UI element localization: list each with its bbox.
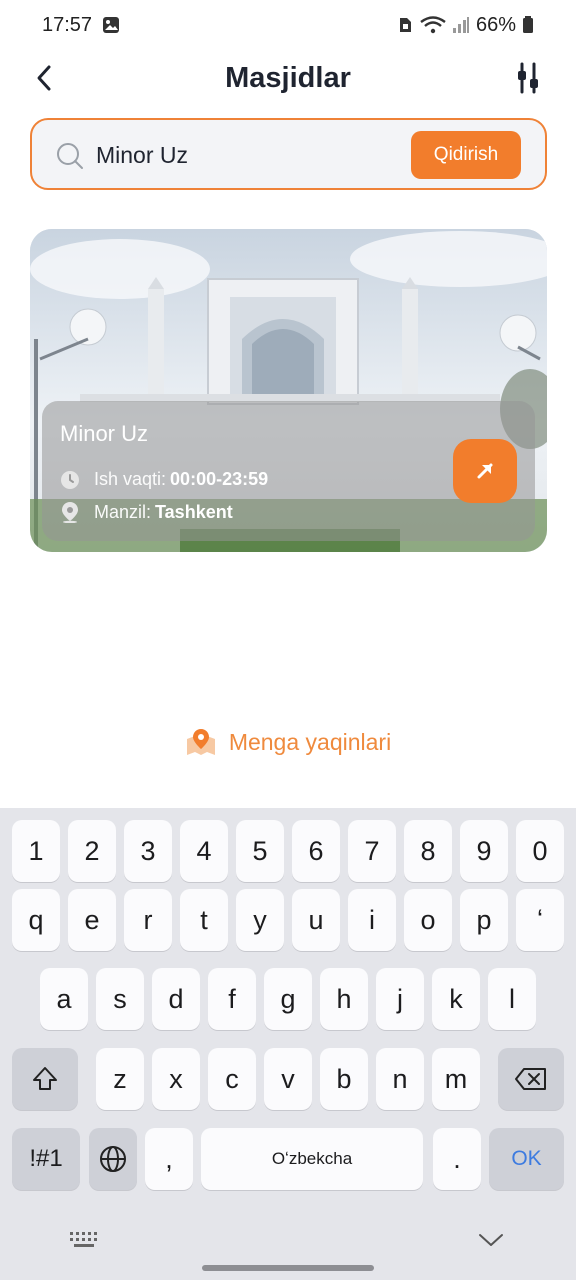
key-l[interactable]: l — [488, 968, 536, 1030]
battery-icon — [523, 16, 533, 33]
key-2[interactable]: 2 — [68, 820, 116, 882]
home-indicator[interactable] — [202, 1265, 374, 1271]
location-pin-icon — [62, 502, 78, 523]
hours-label: Ish vaqti: — [94, 469, 167, 489]
backspace-key[interactable] — [498, 1048, 564, 1110]
ok-key[interactable]: OK — [489, 1128, 564, 1190]
key-3[interactable]: 3 — [124, 820, 172, 882]
backspace-icon — [515, 1068, 546, 1090]
key-n[interactable]: n — [376, 1048, 424, 1110]
key-j[interactable]: j — [376, 968, 424, 1030]
filter-button[interactable] — [510, 58, 546, 98]
mosque-card[interactable]: Minor Uz Ish vaqti: 00:00-23:59 Manzil: … — [30, 229, 547, 552]
comma-key[interactable]: , — [145, 1128, 193, 1190]
search-input[interactable] — [96, 136, 396, 174]
shift-icon — [33, 1067, 57, 1090]
nearby-button[interactable]: Menga yaqinlari — [0, 722, 576, 762]
key-q[interactable]: q — [12, 889, 60, 951]
key-5[interactable]: 5 — [236, 820, 284, 882]
key-g[interactable]: g — [264, 968, 312, 1030]
battery-percent: 66% — [475, 13, 516, 36]
key-u[interactable]: u — [292, 889, 340, 951]
keyboard-icon — [70, 1232, 97, 1247]
mosque-info-panel: Minor Uz Ish vaqti: 00:00-23:59 Manzil: … — [42, 401, 535, 541]
key-o[interactable]: o — [404, 889, 452, 951]
signal-icon — [452, 17, 469, 33]
arrow-up-right-icon — [477, 463, 493, 479]
key-s[interactable]: s — [96, 968, 144, 1030]
shift-key[interactable] — [12, 1048, 78, 1110]
key-char-9[interactable]: ʻ — [516, 889, 564, 951]
sliders-icon — [518, 62, 538, 94]
clock-icon — [61, 470, 79, 489]
key-a[interactable]: a — [40, 968, 88, 1030]
status-bar: 17:57 66% — [0, 0, 576, 50]
status-left: 17:57 — [42, 14, 120, 37]
key-t[interactable]: t — [180, 889, 228, 951]
key-4[interactable]: 4 — [180, 820, 228, 882]
address-label: Manzil: — [94, 501, 152, 522]
key-f[interactable]: f — [208, 968, 256, 1030]
key-x[interactable]: x — [152, 1048, 200, 1110]
mosque-name: Minor Uz — [60, 421, 149, 446]
key-7[interactable]: 7 — [348, 820, 396, 882]
key-1[interactable]: 1 — [12, 820, 60, 882]
hide-keyboard-button[interactable] — [478, 1232, 504, 1253]
gallery-notification-icon — [103, 17, 120, 33]
map-pin-icon — [186, 729, 215, 755]
key-d[interactable]: d — [152, 968, 200, 1030]
clock: 17:57 — [42, 13, 93, 36]
key-v[interactable]: v — [264, 1048, 312, 1110]
open-mosque-button[interactable] — [453, 439, 517, 503]
language-key[interactable] — [89, 1128, 137, 1190]
period-key[interactable]: . — [433, 1128, 481, 1190]
space-key[interactable]: Oʻzbekcha — [201, 1128, 423, 1190]
keyboard: 1234567890 qertyuiopʻ asdfghjkl zxcvbnm … — [0, 808, 576, 1280]
key-k[interactable]: k — [432, 968, 480, 1030]
key-h[interactable]: h — [320, 968, 368, 1030]
key-r[interactable]: r — [124, 889, 172, 951]
address-value: Tashkent — [155, 501, 233, 522]
key-6[interactable]: 6 — [292, 820, 340, 882]
app-header: Masjidlar — [0, 50, 576, 106]
key-z[interactable]: z — [96, 1048, 144, 1110]
status-right: 66% — [396, 14, 534, 37]
chevron-down-icon — [479, 1234, 503, 1246]
search-box: Qidirish — [30, 118, 547, 190]
nearby-label: Menga yaqinlari — [228, 728, 392, 755]
globe-icon — [100, 1146, 126, 1172]
hours-value: 00:00-23:59 — [170, 469, 269, 489]
hours-row: Ish vaqti: 00:00-23:59 — [60, 469, 268, 490]
page-title: Masjidlar — [225, 62, 351, 94]
wifi-icon — [420, 16, 446, 34]
symbols-key[interactable]: !#1 — [12, 1128, 80, 1190]
address-row: Manzil: Tashkent — [60, 501, 233, 523]
search-button[interactable]: Qidirish — [411, 131, 521, 179]
key-e[interactable]: e — [68, 889, 116, 951]
sim-icon — [399, 18, 411, 32]
keyboard-toggle-button[interactable] — [70, 1232, 100, 1255]
key-m[interactable]: m — [432, 1048, 480, 1110]
key-8[interactable]: 8 — [404, 820, 452, 882]
search-icon — [57, 143, 83, 169]
key-c[interactable]: c — [208, 1048, 256, 1110]
key-i[interactable]: i — [348, 889, 396, 951]
key-p[interactable]: p — [460, 889, 508, 951]
key-y[interactable]: y — [236, 889, 284, 951]
key-9[interactable]: 9 — [460, 820, 508, 882]
key-b[interactable]: b — [320, 1048, 368, 1110]
key-0[interactable]: 0 — [516, 820, 564, 882]
